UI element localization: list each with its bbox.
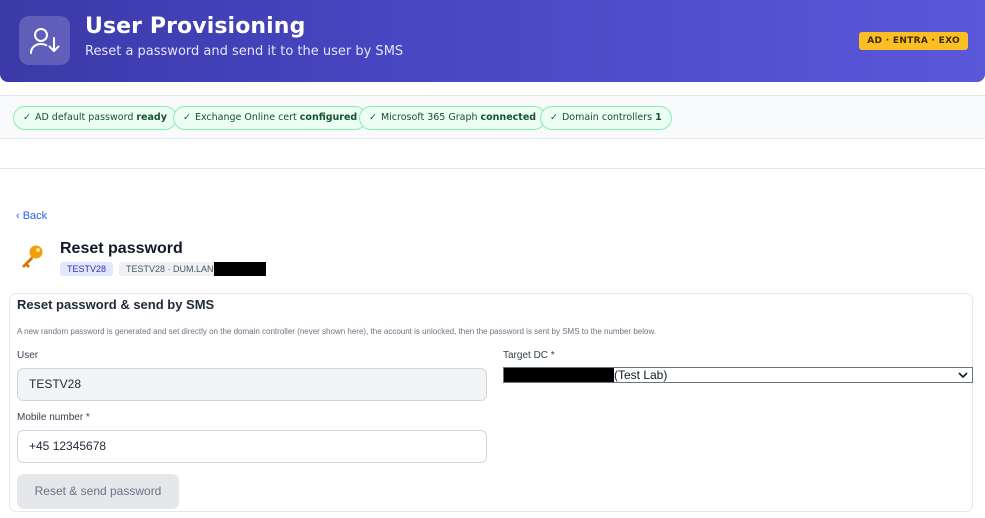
status-strip: ✓ AD default password ready ✓ Exchange Onli…: [0, 95, 985, 139]
target-dc-select[interactable]: (Test Lab): [503, 367, 973, 383]
target-dc-label: Target DC *: [503, 350, 555, 361]
chip-label: Domain controllers: [561, 112, 653, 123]
app-title: User Provisioning: [85, 14, 306, 39]
redaction-block: [213, 262, 266, 276]
card-description: A new random password is generated and s…: [17, 327, 657, 336]
status-chip-domain-controllers: ✓ Domain controllers 1: [540, 106, 672, 130]
chip-label: Microsoft 365 Graph: [380, 112, 478, 123]
redaction-block: [504, 368, 614, 382]
chip-value: connected: [480, 112, 537, 123]
chip-label: AD default password: [34, 112, 134, 123]
chip-value: configured: [299, 112, 358, 123]
back-link[interactable]: ‹ Back: [16, 210, 47, 222]
user-tag: TESTV28: [60, 262, 114, 276]
environment-badge: AD · ENTRA · EXO: [859, 32, 968, 50]
user-label: User: [17, 350, 39, 361]
chip-value: ready: [136, 112, 167, 123]
page-title: Reset password: [60, 240, 183, 257]
check-icon: ✓: [550, 112, 558, 123]
check-icon: ✓: [183, 112, 191, 123]
target-dc-value: (Test Lab): [614, 368, 668, 382]
divider: [0, 168, 985, 169]
chip-value: 1: [655, 112, 662, 123]
status-chip-graph: ✓ Microsoft 365 Graph connected: [359, 106, 547, 130]
status-chip-exchange-cert: ✓ Exchange Online cert configured: [173, 106, 368, 130]
chevron-down-icon: [957, 368, 969, 382]
card-title: Reset password & send by SMS: [17, 297, 215, 312]
mobile-number-input[interactable]: +45 12345678: [17, 430, 487, 463]
reset-password-card: Reset password & send by SMS A new rando…: [9, 293, 973, 512]
app-subtitle: Reset a password and send it to the user…: [85, 44, 404, 59]
user-download-icon: [19, 16, 70, 65]
user-field: TESTV28: [17, 368, 487, 401]
reset-send-button[interactable]: Reset & send password: [17, 474, 179, 509]
status-chip-ad-password: ✓ AD default password ready: [13, 106, 177, 130]
check-icon: ✓: [369, 112, 377, 123]
chip-label: Exchange Online cert: [194, 112, 297, 123]
distinguished-name-tag: TESTV28 · DUM.LAN: [119, 262, 266, 276]
key-icon: [18, 243, 46, 271]
mobile-label: Mobile number *: [17, 412, 90, 423]
dn-text: TESTV28 · DUM.LAN: [126, 264, 214, 274]
app-header: User Provisioning Reset a password and s…: [0, 0, 985, 82]
check-icon: ✓: [23, 112, 31, 123]
